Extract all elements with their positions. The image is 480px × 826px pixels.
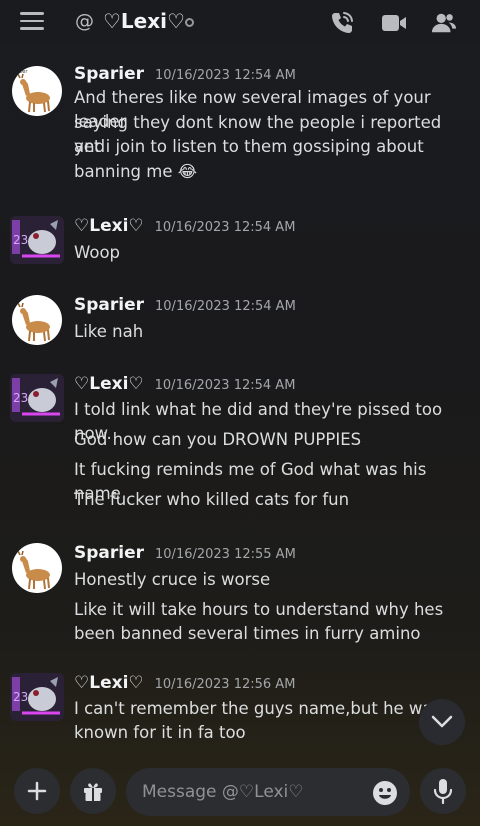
message-text: The fucker who killed cats for fun xyxy=(74,490,350,509)
channel-title[interactable]: ♡Lexi♡ xyxy=(103,9,185,33)
author-name[interactable]: Sparier xyxy=(74,543,144,563)
avatar[interactable]: deer xyxy=(12,66,62,116)
author-name[interactable]: ♡Lexi♡ xyxy=(74,374,144,394)
message-text: Like nah xyxy=(74,322,144,341)
message-text: Like it will take hours to understand wh… xyxy=(74,600,444,619)
avatar[interactable]: 23 xyxy=(10,673,64,721)
microphone-icon xyxy=(433,779,453,804)
timestamp: 10/16/2023 12:54 AM xyxy=(154,220,296,235)
channel-header: @ ♡Lexi♡ xyxy=(0,0,480,46)
timestamp: 10/16/2023 12:55 AM xyxy=(155,547,296,562)
timestamp: 10/16/2023 12:54 AM xyxy=(155,68,296,83)
message-input[interactable]: Message @♡Lexi♡ xyxy=(126,768,410,816)
svg-text:deer: deer xyxy=(16,69,28,75)
members-icon[interactable] xyxy=(431,10,457,36)
avatar[interactable] xyxy=(12,295,62,345)
jump-to-bottom-button[interactable] xyxy=(419,699,465,745)
message-text: Woop xyxy=(74,243,121,262)
message-text: I can't remember the guys name,but he wa… xyxy=(74,699,442,718)
author-name[interactable]: Sparier xyxy=(74,295,144,315)
add-attachment-button[interactable] xyxy=(14,768,60,814)
message-text: been banned several times in furry amino xyxy=(74,624,421,643)
author-name[interactable]: ♡Lexi♡ xyxy=(74,216,144,236)
gift-icon xyxy=(84,783,102,801)
svg-text:23: 23 xyxy=(13,690,28,704)
menu-icon[interactable] xyxy=(20,12,44,32)
at-icon: @ xyxy=(75,10,94,32)
message-text: known for it in fa too xyxy=(74,723,246,742)
voice-message-button[interactable] xyxy=(420,768,466,814)
message-text: banning me 😂 xyxy=(74,162,198,181)
message-text: yet i join to listen to them gossiping a… xyxy=(74,137,424,156)
video-icon[interactable] xyxy=(381,10,407,36)
timestamp: 10/16/2023 12:54 AM xyxy=(154,378,296,393)
avatar[interactable] xyxy=(12,543,62,593)
emoji-button[interactable] xyxy=(372,780,398,806)
timestamp: 10/16/2023 12:54 AM xyxy=(155,299,296,314)
message-composer: Message @♡Lexi♡ xyxy=(0,760,480,826)
message-text: God how can you DROWN PUPPIES xyxy=(74,430,362,449)
svg-text:23: 23 xyxy=(13,233,28,247)
emoji-icon xyxy=(373,781,397,805)
svg-text:23: 23 xyxy=(13,391,28,405)
message-input-placeholder: Message @♡Lexi♡ xyxy=(142,782,304,802)
avatar[interactable]: 23 xyxy=(10,374,64,422)
timestamp: 10/16/2023 12:56 AM xyxy=(154,677,296,692)
offline-status-icon xyxy=(185,18,194,27)
gift-button[interactable] xyxy=(70,768,116,814)
author-name[interactable]: ♡Lexi♡ xyxy=(74,673,144,693)
chevron-down-icon xyxy=(431,715,453,728)
avatar[interactable]: 23 xyxy=(10,216,64,264)
plus-icon xyxy=(27,781,47,801)
call-icon[interactable] xyxy=(329,10,355,36)
author-name[interactable]: Sparier xyxy=(74,64,144,84)
message-text: Honestly cruce is worse xyxy=(74,570,271,589)
